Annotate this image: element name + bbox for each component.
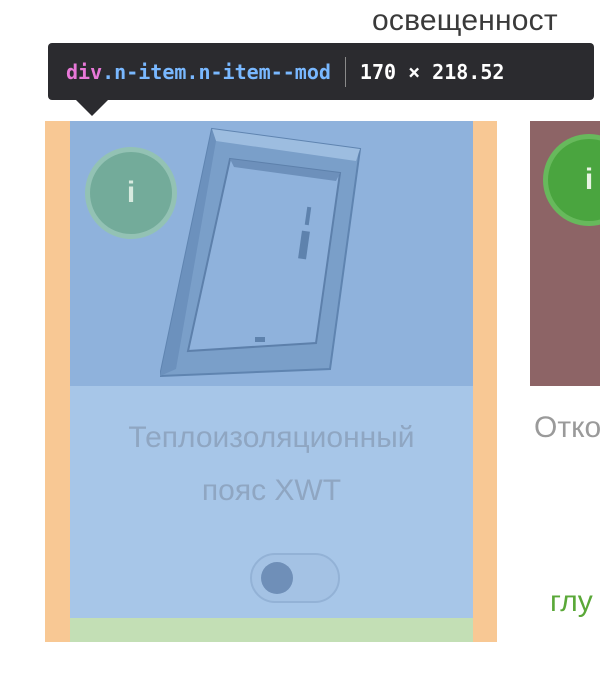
toggle-knob [261,562,293,594]
product-item-card[interactable]: i Теплоизоляционный пояс XWT [45,121,497,642]
product-item-title-next: Отко [534,411,600,444]
tooltip-class-names: .n-item.n-item--mod [102,59,331,84]
section-heading-partial: освещенност [372,4,558,37]
product-item-card-next[interactable]: i Отко глу [530,121,600,642]
devtools-margin-overlay [70,618,473,642]
product-select-toggle[interactable] [250,553,340,603]
tooltip-dimensions: 170 × 218.52 [359,59,505,84]
product-item-title-line2: пояс XWT [201,474,342,507]
tooltip-divider [344,56,346,87]
roof-window-frame-icon [160,127,362,378]
page: освещенност div .n-item.n-item--mod 170 ×… [0,0,600,683]
tooltip-tag-name: div [66,59,103,84]
info-icon[interactable]: i [90,152,172,234]
product-item-link-next[interactable]: глу [550,585,593,619]
info-icon[interactable]: i [548,139,600,221]
product-item-content: i Теплоизоляционный пояс XWT [70,121,473,618]
product-item-image: i [70,121,473,386]
product-item-image-next: i [530,121,600,386]
product-item-title-line1: Теплоизоляционный [128,421,415,454]
devtools-element-tooltip: div .n-item.n-item--mod 170 × 218.52 [48,43,594,116]
product-item-title: Теплоизоляционный пояс XWT [70,411,473,517]
